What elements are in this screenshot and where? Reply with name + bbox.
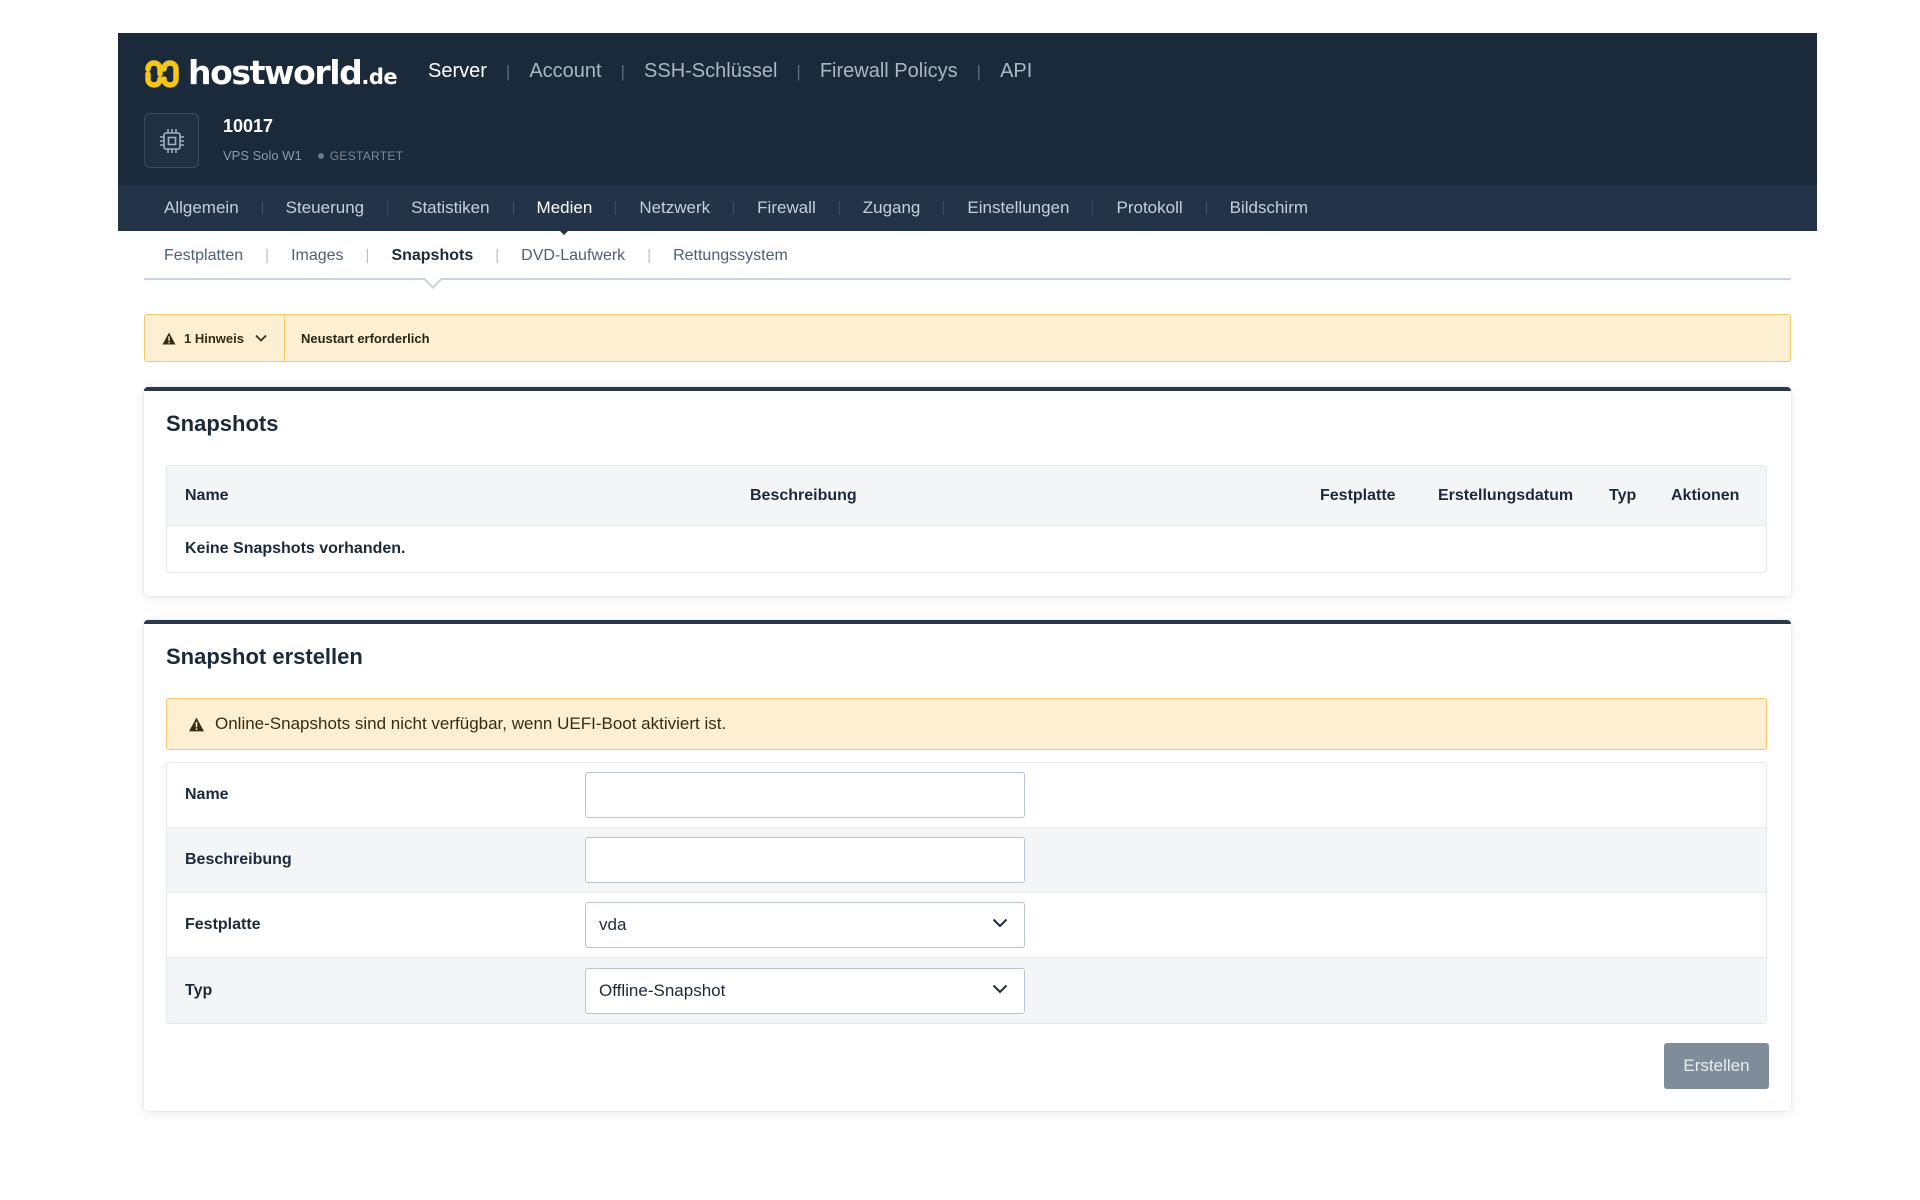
warning-icon [162, 332, 176, 344]
typ-label: Typ [185, 981, 213, 999]
form-row-beschreibung: Beschreibung [167, 828, 1766, 893]
topnav-account[interactable]: Account [529, 60, 601, 83]
notice-text: Neustart erforderlich [300, 330, 430, 346]
beschreibung-input[interactable] [585, 837, 1025, 883]
create-snapshot-button[interactable]: Erstellen [1664, 1043, 1769, 1089]
subtab-dvd-laufwerk[interactable]: DVD-Laufwerk [521, 247, 625, 265]
column-beschreibung: Beschreibung [750, 486, 857, 504]
tab-protokoll[interactable]: Protokoll [1116, 198, 1182, 218]
tab-steuerung[interactable]: Steuerung [286, 198, 364, 218]
form-row-typ: Typ Offline-Snapshot [167, 958, 1766, 1023]
create-snapshot-card: Snapshot erstellen Online-Snapshots sind… [144, 620, 1791, 1111]
tab-zugang[interactable]: Zugang [863, 198, 921, 218]
name-input[interactable] [585, 772, 1025, 818]
chevron-down-icon [992, 984, 1008, 993]
festplatte-label: Festplatte [185, 916, 261, 933]
server-tabs: Allgemein Steuerung Statistiken Medien N… [118, 185, 1817, 235]
status-dot-icon [317, 152, 324, 159]
tab-allgemein[interactable]: Allgemein [164, 198, 239, 218]
warning-icon [189, 717, 204, 731]
column-name: Name [185, 486, 229, 504]
server-plan: VPS Solo W1 [223, 148, 302, 163]
status-badge: GESTARTET [317, 149, 404, 163]
hostworld-logo-icon [145, 59, 179, 88]
uefi-warning-text: Online-Snapshots sind nicht verfügbar, w… [215, 714, 727, 733]
subtab-snapshots[interactable]: Snapshots [391, 247, 473, 265]
brand-logo[interactable]: hostworld.de [143, 53, 398, 92]
typ-select[interactable]: Offline-Snapshot [585, 967, 1025, 1014]
server-info: 10017 VPS Solo W1 GESTARTET [144, 113, 403, 168]
tab-firewall[interactable]: Firewall [757, 198, 816, 218]
uefi-warning: Online-Snapshots sind nicht verfügbar, w… [166, 698, 1767, 750]
topnav-server[interactable]: Server [428, 60, 487, 83]
snapshots-table: Name Beschreibung Festplatte Erstellungs… [166, 465, 1767, 573]
tab-einstellungen[interactable]: Einstellungen [967, 198, 1069, 218]
header: hostworld.de Server | Account | SSH-Schl… [118, 33, 1817, 235]
snapshots-title: Snapshots [166, 411, 279, 436]
tab-bildschirm[interactable]: Bildschirm [1230, 198, 1308, 218]
notice-toggle-button[interactable]: 1 Hinweis [145, 315, 285, 361]
media-subtabs: Festplatten | Images | Snapshots | DVD-Lauf… [144, 233, 1791, 280]
column-aktionen: Aktionen [1671, 486, 1740, 504]
app-frame: hostworld.de Server | Account | SSH-Schl… [118, 33, 1817, 1111]
chevron-down-icon [255, 334, 267, 342]
snapshots-card: Snapshots Name Beschreibung Festplatte E… [144, 387, 1791, 596]
empty-state-row: Keine Snapshots vorhanden. [185, 540, 406, 557]
form-row-name: Name [167, 763, 1766, 828]
server-id: 10017 [223, 116, 274, 136]
tab-netzwerk[interactable]: Netzwerk [639, 198, 710, 218]
typ-selected-value: Offline-Snapshot [599, 980, 726, 1000]
festplatte-select[interactable]: vda [585, 902, 1025, 948]
notice-count: 1 Hinweis [184, 330, 244, 346]
beschreibung-label: Beschreibung [185, 851, 292, 868]
tab-statistiken[interactable]: Statistiken [411, 198, 489, 218]
create-snapshot-form: Name Beschreibung Festplatte vda Typ Off… [166, 762, 1767, 1024]
column-erstellungsdatum: Erstellungsdatum [1438, 486, 1574, 504]
table-header: Name Beschreibung Festplatte Erstellungs… [167, 466, 1766, 526]
topnav-ssh-keys[interactable]: SSH-Schlüssel [644, 60, 777, 83]
subtab-festplatten[interactable]: Festplatten [164, 247, 243, 265]
chevron-down-icon [992, 918, 1008, 928]
top-navigation: Server | Account | SSH-Schlüssel | Firew… [428, 60, 1033, 83]
column-festplatte: Festplatte [1320, 486, 1396, 504]
column-typ: Typ [1609, 486, 1637, 504]
festplatte-selected-value: vda [599, 915, 627, 934]
brand-name: hostworld.de [188, 53, 398, 92]
notice-bar: 1 Hinweis Neustart erforderlich [144, 314, 1791, 362]
subtab-images[interactable]: Images [291, 247, 343, 265]
topnav-firewall-policies[interactable]: Firewall Policys [820, 60, 958, 83]
topnav-api[interactable]: API [1000, 60, 1032, 83]
name-label: Name [185, 786, 229, 803]
form-row-festplatte: Festplatte vda [167, 893, 1766, 958]
cpu-icon [144, 113, 199, 168]
subtab-rettungssystem[interactable]: Rettungssystem [673, 247, 788, 265]
tab-medien[interactable]: Medien [537, 198, 592, 235]
create-snapshot-title: Snapshot erstellen [166, 644, 363, 669]
